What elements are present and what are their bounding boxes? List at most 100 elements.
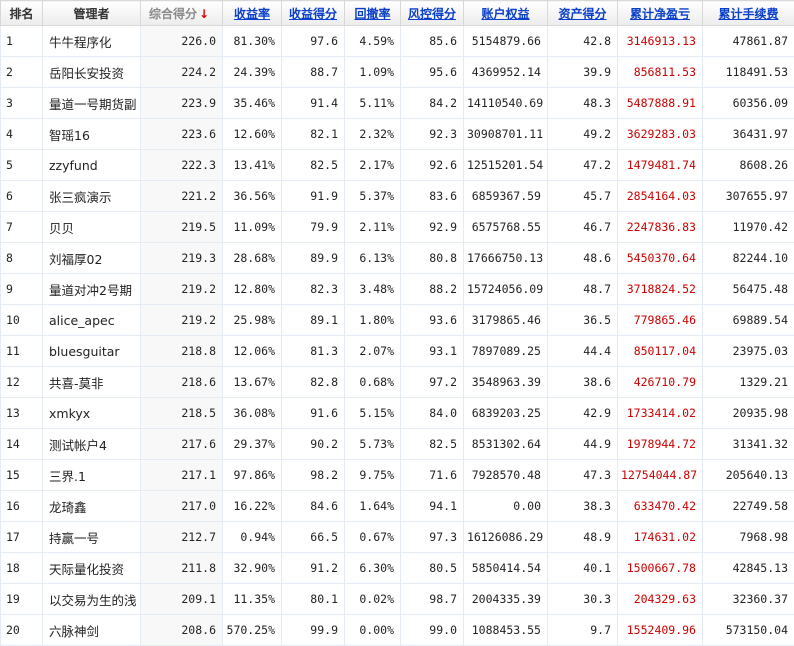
cell-manager: 岳阳长安投资 [43,57,141,88]
cell-return-score: 91.2 [282,553,345,584]
cell-asset-score: 46.7 [548,212,618,243]
cell-equity: 0.00 [464,491,548,522]
cell-drawdown: 2.07% [345,336,401,367]
cell-cum-pnl: 3629283.03 [618,119,703,150]
cell-asset-score: 42.9 [548,398,618,429]
header-drawdown[interactable]: 回撤率 [345,1,401,26]
cell-cum-pnl: 5450370.64 [618,243,703,274]
cell-drawdown: 5.37% [345,181,401,212]
cell-total-score: 224.2 [141,57,223,88]
header-total-score[interactable]: 综合得分↓ [141,1,223,26]
cell-return-rate: 12.80% [223,274,282,305]
cell-drawdown: 2.32% [345,119,401,150]
header-return-rate[interactable]: 收益率 [223,1,282,26]
header-rank: 排名 [1,1,43,26]
cell-equity: 2004335.39 [464,584,548,615]
cell-drawdown: 4.59% [345,26,401,57]
cell-manager: zzyfund [43,150,141,181]
cell-manager: alice_apec [43,305,141,336]
cell-asset-score: 44.9 [548,429,618,460]
cell-rank: 8 [1,243,43,274]
table-body: 1牛牛程序化226.081.30%97.64.59%85.65154879.66… [1,26,794,646]
cell-equity: 6575768.55 [464,212,548,243]
table-row: 10alice_apec219.225.98%89.11.80%93.63179… [1,305,794,336]
cell-manager: 智瑶16 [43,119,141,150]
cell-cum-fee: 1329.21 [703,367,794,398]
cell-manager: 牛牛程序化 [43,26,141,57]
cell-return-rate: 29.37% [223,429,282,460]
cell-cum-fee: 42845.13 [703,553,794,584]
cell-risk-score: 88.2 [401,274,464,305]
header-cum-fee[interactable]: 累计手续费 [703,1,794,26]
cell-rank: 13 [1,398,43,429]
table-row: 13xmkyx218.536.08%91.65.15%84.06839203.2… [1,398,794,429]
cell-equity: 7928570.48 [464,460,548,491]
cell-asset-score: 49.2 [548,119,618,150]
cell-drawdown: 5.73% [345,429,401,460]
cell-asset-score: 44.4 [548,336,618,367]
cell-return-rate: 32.90% [223,553,282,584]
cell-drawdown: 3.48% [345,274,401,305]
cell-manager: 龙琦鑫 [43,491,141,522]
cell-return-rate: 11.35% [223,584,282,615]
table-row: 19以交易为生的浅209.111.35%80.10.02%98.72004335… [1,584,794,615]
cell-return-rate: 16.22% [223,491,282,522]
cell-rank: 18 [1,553,43,584]
cell-cum-fee: 32360.37 [703,584,794,615]
cell-asset-score: 38.6 [548,367,618,398]
cell-cum-fee: 307655.97 [703,181,794,212]
cell-risk-score: 99.0 [401,615,464,646]
table-row: 4智瑶16223.612.60%82.12.32%92.330908701.11… [1,119,794,150]
cell-rank: 11 [1,336,43,367]
cell-return-rate: 28.68% [223,243,282,274]
cell-risk-score: 97.2 [401,367,464,398]
cell-return-score: 88.7 [282,57,345,88]
cell-cum-fee: 20935.98 [703,398,794,429]
cell-cum-fee: 7968.98 [703,522,794,553]
cell-cum-pnl: 1479481.74 [618,150,703,181]
cell-risk-score: 93.6 [401,305,464,336]
cell-return-score: 82.1 [282,119,345,150]
cell-rank: 9 [1,274,43,305]
cell-return-score: 82.5 [282,150,345,181]
cell-manager: 六脉神剑 [43,615,141,646]
header-asset-score[interactable]: 资产得分 [548,1,618,26]
cell-rank: 10 [1,305,43,336]
cell-cum-fee: 11970.42 [703,212,794,243]
cell-cum-pnl: 174631.02 [618,522,703,553]
cell-rank: 4 [1,119,43,150]
cell-rank: 5 [1,150,43,181]
cell-cum-pnl: 850117.04 [618,336,703,367]
cell-cum-fee: 47861.87 [703,26,794,57]
cell-rank: 1 [1,26,43,57]
cell-manager: 天际量化投资 [43,553,141,584]
cell-total-score: 219.5 [141,212,223,243]
cell-risk-score: 82.5 [401,429,464,460]
cell-risk-score: 97.3 [401,522,464,553]
cell-return-rate: 36.08% [223,398,282,429]
header-row: 排名 管理者 综合得分↓ 收益率 收益得分 回撤率 风控得分 账户权益 资产得分… [1,1,794,26]
cell-total-score: 226.0 [141,26,223,57]
header-equity[interactable]: 账户权益 [464,1,548,26]
cell-asset-score: 48.3 [548,88,618,119]
cell-drawdown: 1.09% [345,57,401,88]
cell-manager: 共喜-莫非 [43,367,141,398]
cell-asset-score: 48.9 [548,522,618,553]
cell-cum-pnl: 856811.53 [618,57,703,88]
table-row: 20六脉神剑208.6570.25%99.90.00%99.01088453.5… [1,615,794,646]
cell-cum-pnl: 779865.46 [618,305,703,336]
header-risk-score[interactable]: 风控得分 [401,1,464,26]
cell-equity: 30908701.11 [464,119,548,150]
cell-manager: 量道对冲2号期 [43,274,141,305]
cell-drawdown: 1.80% [345,305,401,336]
cell-risk-score: 94.1 [401,491,464,522]
header-cum-pnl[interactable]: 累计净盈亏 [618,1,703,26]
cell-total-score: 211.8 [141,553,223,584]
table-row: 12共喜-莫非218.613.67%82.80.68%97.23548963.3… [1,367,794,398]
header-return-score[interactable]: 收益得分 [282,1,345,26]
cell-cum-pnl: 3718824.52 [618,274,703,305]
cell-total-score: 223.6 [141,119,223,150]
cell-drawdown: 0.02% [345,584,401,615]
cell-total-score: 219.3 [141,243,223,274]
cell-equity: 5154879.66 [464,26,548,57]
